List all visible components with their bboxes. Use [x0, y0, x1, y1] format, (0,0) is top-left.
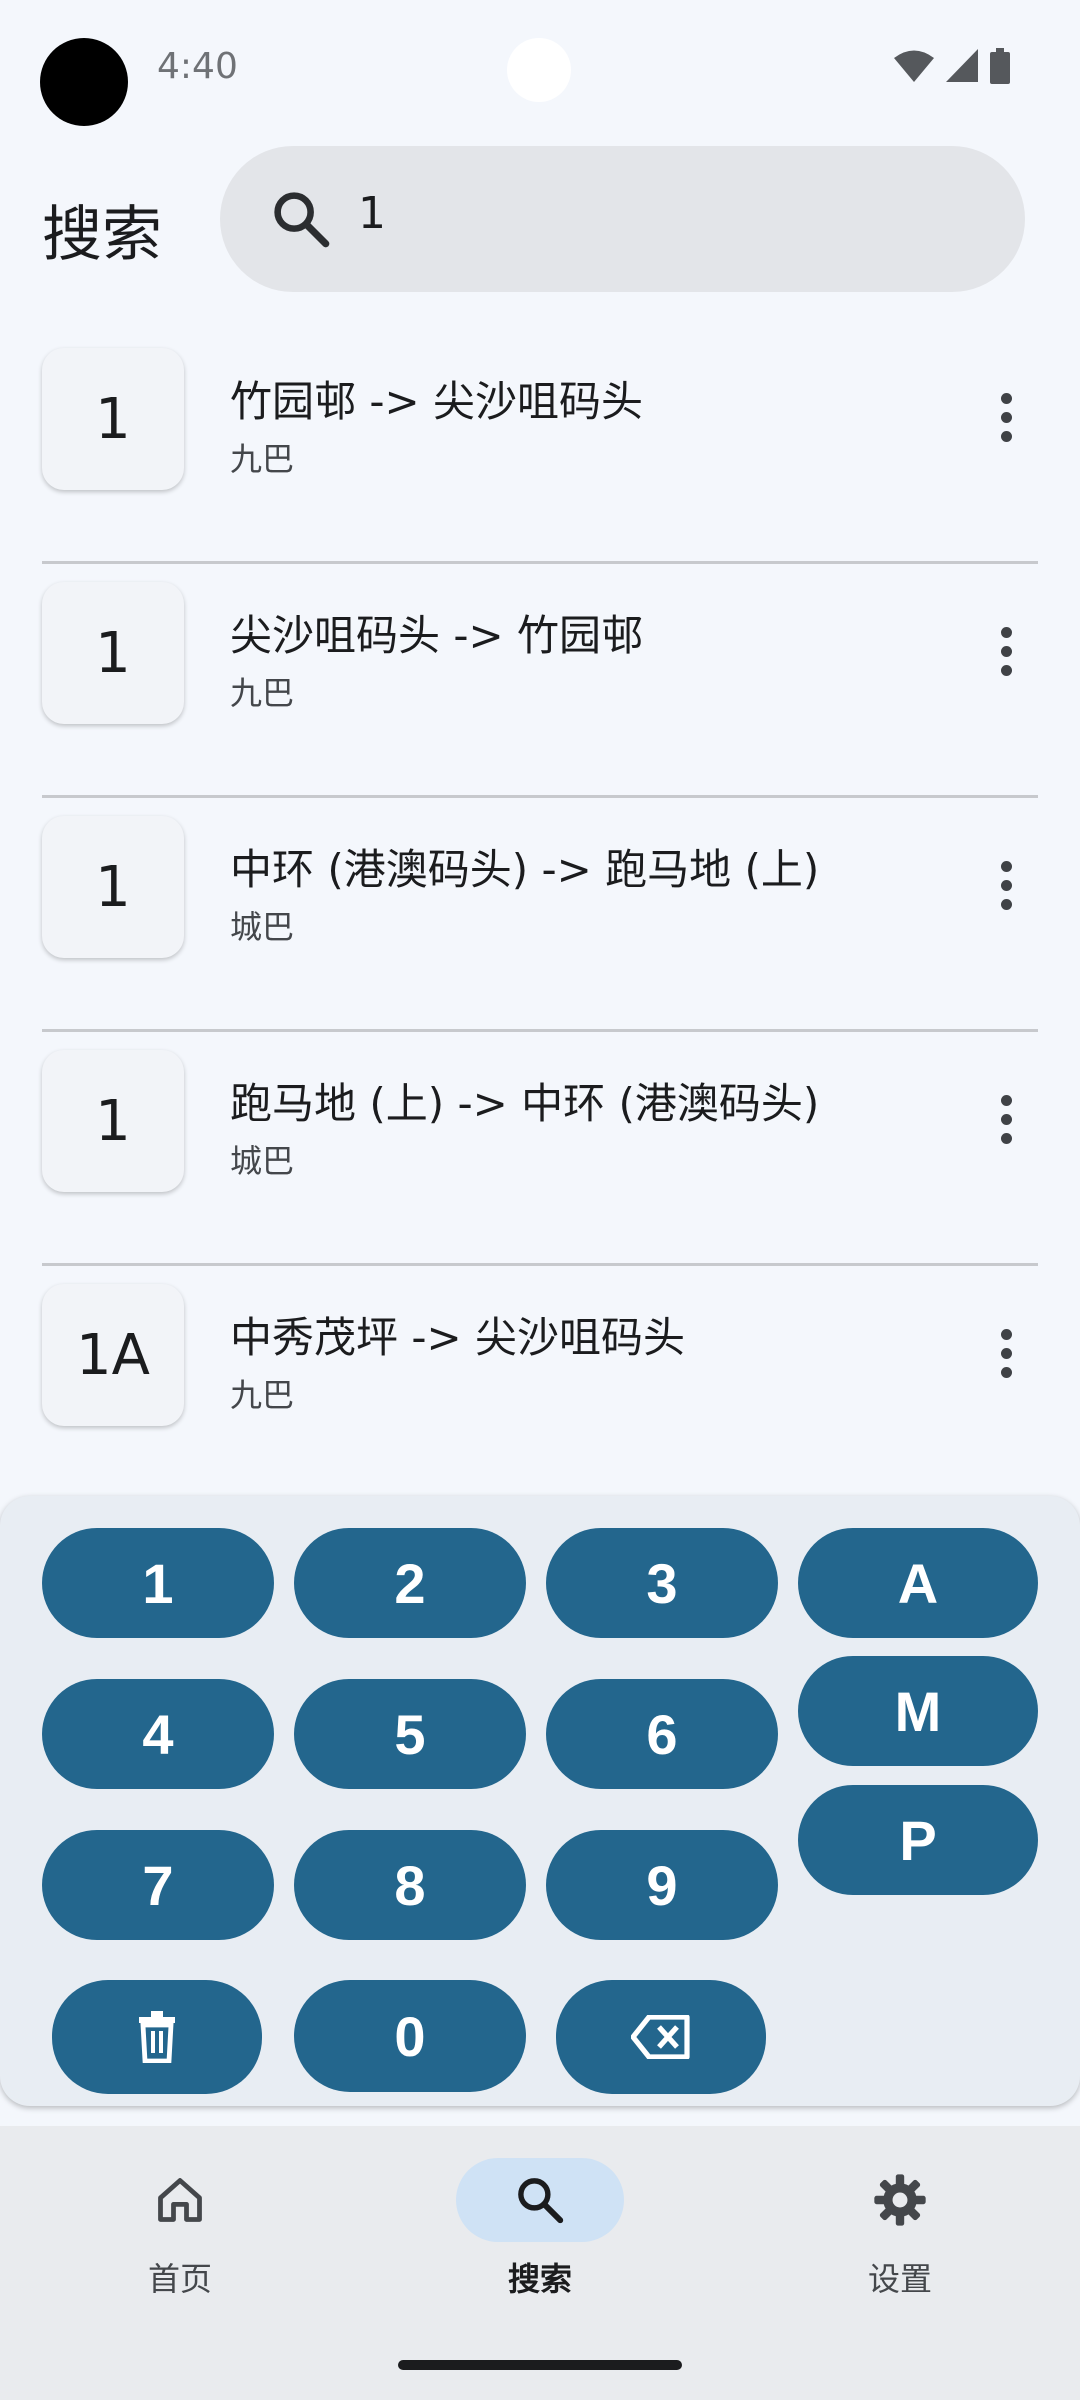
route-row[interactable]: 1 尖沙咀码头 -> 竹园邨 九巴 [0, 564, 1080, 798]
key-M[interactable]: M [798, 1656, 1038, 1766]
key-5[interactable]: 5 [294, 1679, 526, 1789]
more-options-icon[interactable] [980, 1318, 1032, 1388]
more-options-icon[interactable] [980, 382, 1032, 452]
clear-button[interactable] [52, 1980, 262, 2094]
key-A[interactable]: A [798, 1528, 1038, 1638]
nav-label-settings: 设置 [867, 2260, 932, 2298]
key-P[interactable]: P [798, 1785, 1038, 1895]
key-8[interactable]: 8 [294, 1830, 526, 1940]
route-row[interactable]: 1A 中秀茂坪 -> 尖沙咀码头 九巴 [0, 1266, 1080, 1500]
bottom-navigation: 首页 搜索 设置 [0, 2126, 1080, 2400]
nav-icon-container [816, 2158, 984, 2242]
backspace-button[interactable] [556, 1980, 766, 2094]
status-bar: 4:40 [0, 0, 1080, 140]
key-9[interactable]: 9 [546, 1830, 778, 1940]
status-time: 4:40 [157, 46, 238, 87]
nav-label-search: 搜索 [507, 2260, 572, 2298]
route-row[interactable]: 1 竹园邨 -> 尖沙咀码头 九巴 [0, 330, 1080, 564]
front-camera-dot [507, 38, 571, 102]
nav-item-search[interactable]: 搜索 [450, 2158, 630, 2300]
key-7[interactable]: 7 [42, 1830, 274, 1940]
key-3[interactable]: 3 [546, 1528, 778, 1638]
route-company: 九巴 [230, 674, 295, 712]
home-indicator[interactable] [398, 2360, 682, 2370]
route-number-badge: 1 [42, 816, 184, 958]
status-icons [894, 48, 1010, 84]
more-options-icon[interactable] [980, 1084, 1032, 1154]
route-destination: 跑马地 (上) -> 中环 (港澳码头) [230, 1079, 820, 1128]
route-row[interactable]: 1 跑马地 (上) -> 中环 (港澳码头) 城巴 [0, 1032, 1080, 1266]
route-number-badge: 1 [42, 348, 184, 490]
route-destination: 中秀茂坪 -> 尖沙咀码头 [230, 1313, 686, 1362]
trash-icon [139, 2011, 175, 2063]
page-title: 搜索 [42, 200, 162, 270]
search-input[interactable]: 1 [220, 146, 1025, 292]
route-number-badge: 1 [42, 1050, 184, 1192]
route-row[interactable]: 1 中环 (港澳码头) -> 跑马地 (上) 城巴 [0, 798, 1080, 1032]
signal-icon [946, 49, 978, 82]
route-destination: 尖沙咀码头 -> 竹园邨 [230, 611, 644, 660]
route-number-badge: 1A [42, 1284, 184, 1426]
route-number-badge: 1 [42, 582, 184, 724]
nav-icon-container [456, 2158, 624, 2242]
route-keypad: 1 2 3 4 5 6 7 8 9 0 A M P [0, 1496, 1080, 2106]
nav-icon-container [96, 2158, 264, 2242]
search-icon [518, 2178, 564, 2224]
route-company: 城巴 [230, 1142, 295, 1180]
home-icon [158, 2178, 202, 2222]
backspace-icon [631, 2015, 690, 2059]
key-4[interactable]: 4 [42, 1679, 274, 1789]
search-header: 搜索 1 [0, 146, 1080, 292]
search-query: 1 [358, 188, 386, 239]
wifi-icon [894, 50, 934, 82]
search-icon [274, 192, 330, 248]
more-options-icon[interactable] [980, 850, 1032, 920]
key-6[interactable]: 6 [546, 1679, 778, 1789]
key-0[interactable]: 0 [294, 1980, 526, 2092]
route-destination: 竹园邨 -> 尖沙咀码头 [230, 377, 644, 426]
nav-label-home: 首页 [147, 2260, 212, 2298]
route-company: 九巴 [230, 1376, 295, 1414]
route-destination: 中环 (港澳码头) -> 跑马地 (上) [230, 845, 820, 894]
route-company: 城巴 [230, 908, 295, 946]
camera-cutout [40, 38, 128, 126]
gear-icon [874, 2174, 926, 2226]
nav-item-settings[interactable]: 设置 [810, 2158, 990, 2300]
route-company: 九巴 [230, 440, 295, 478]
route-result-list: 1 竹园邨 -> 尖沙咀码头 九巴 1 尖沙咀码头 -> 竹园邨 九巴 1 中环… [0, 330, 1080, 1500]
key-1[interactable]: 1 [42, 1528, 274, 1638]
more-options-icon[interactable] [980, 616, 1032, 686]
nav-item-home[interactable]: 首页 [90, 2158, 270, 2300]
key-2[interactable]: 2 [294, 1528, 526, 1638]
battery-icon [990, 48, 1010, 84]
